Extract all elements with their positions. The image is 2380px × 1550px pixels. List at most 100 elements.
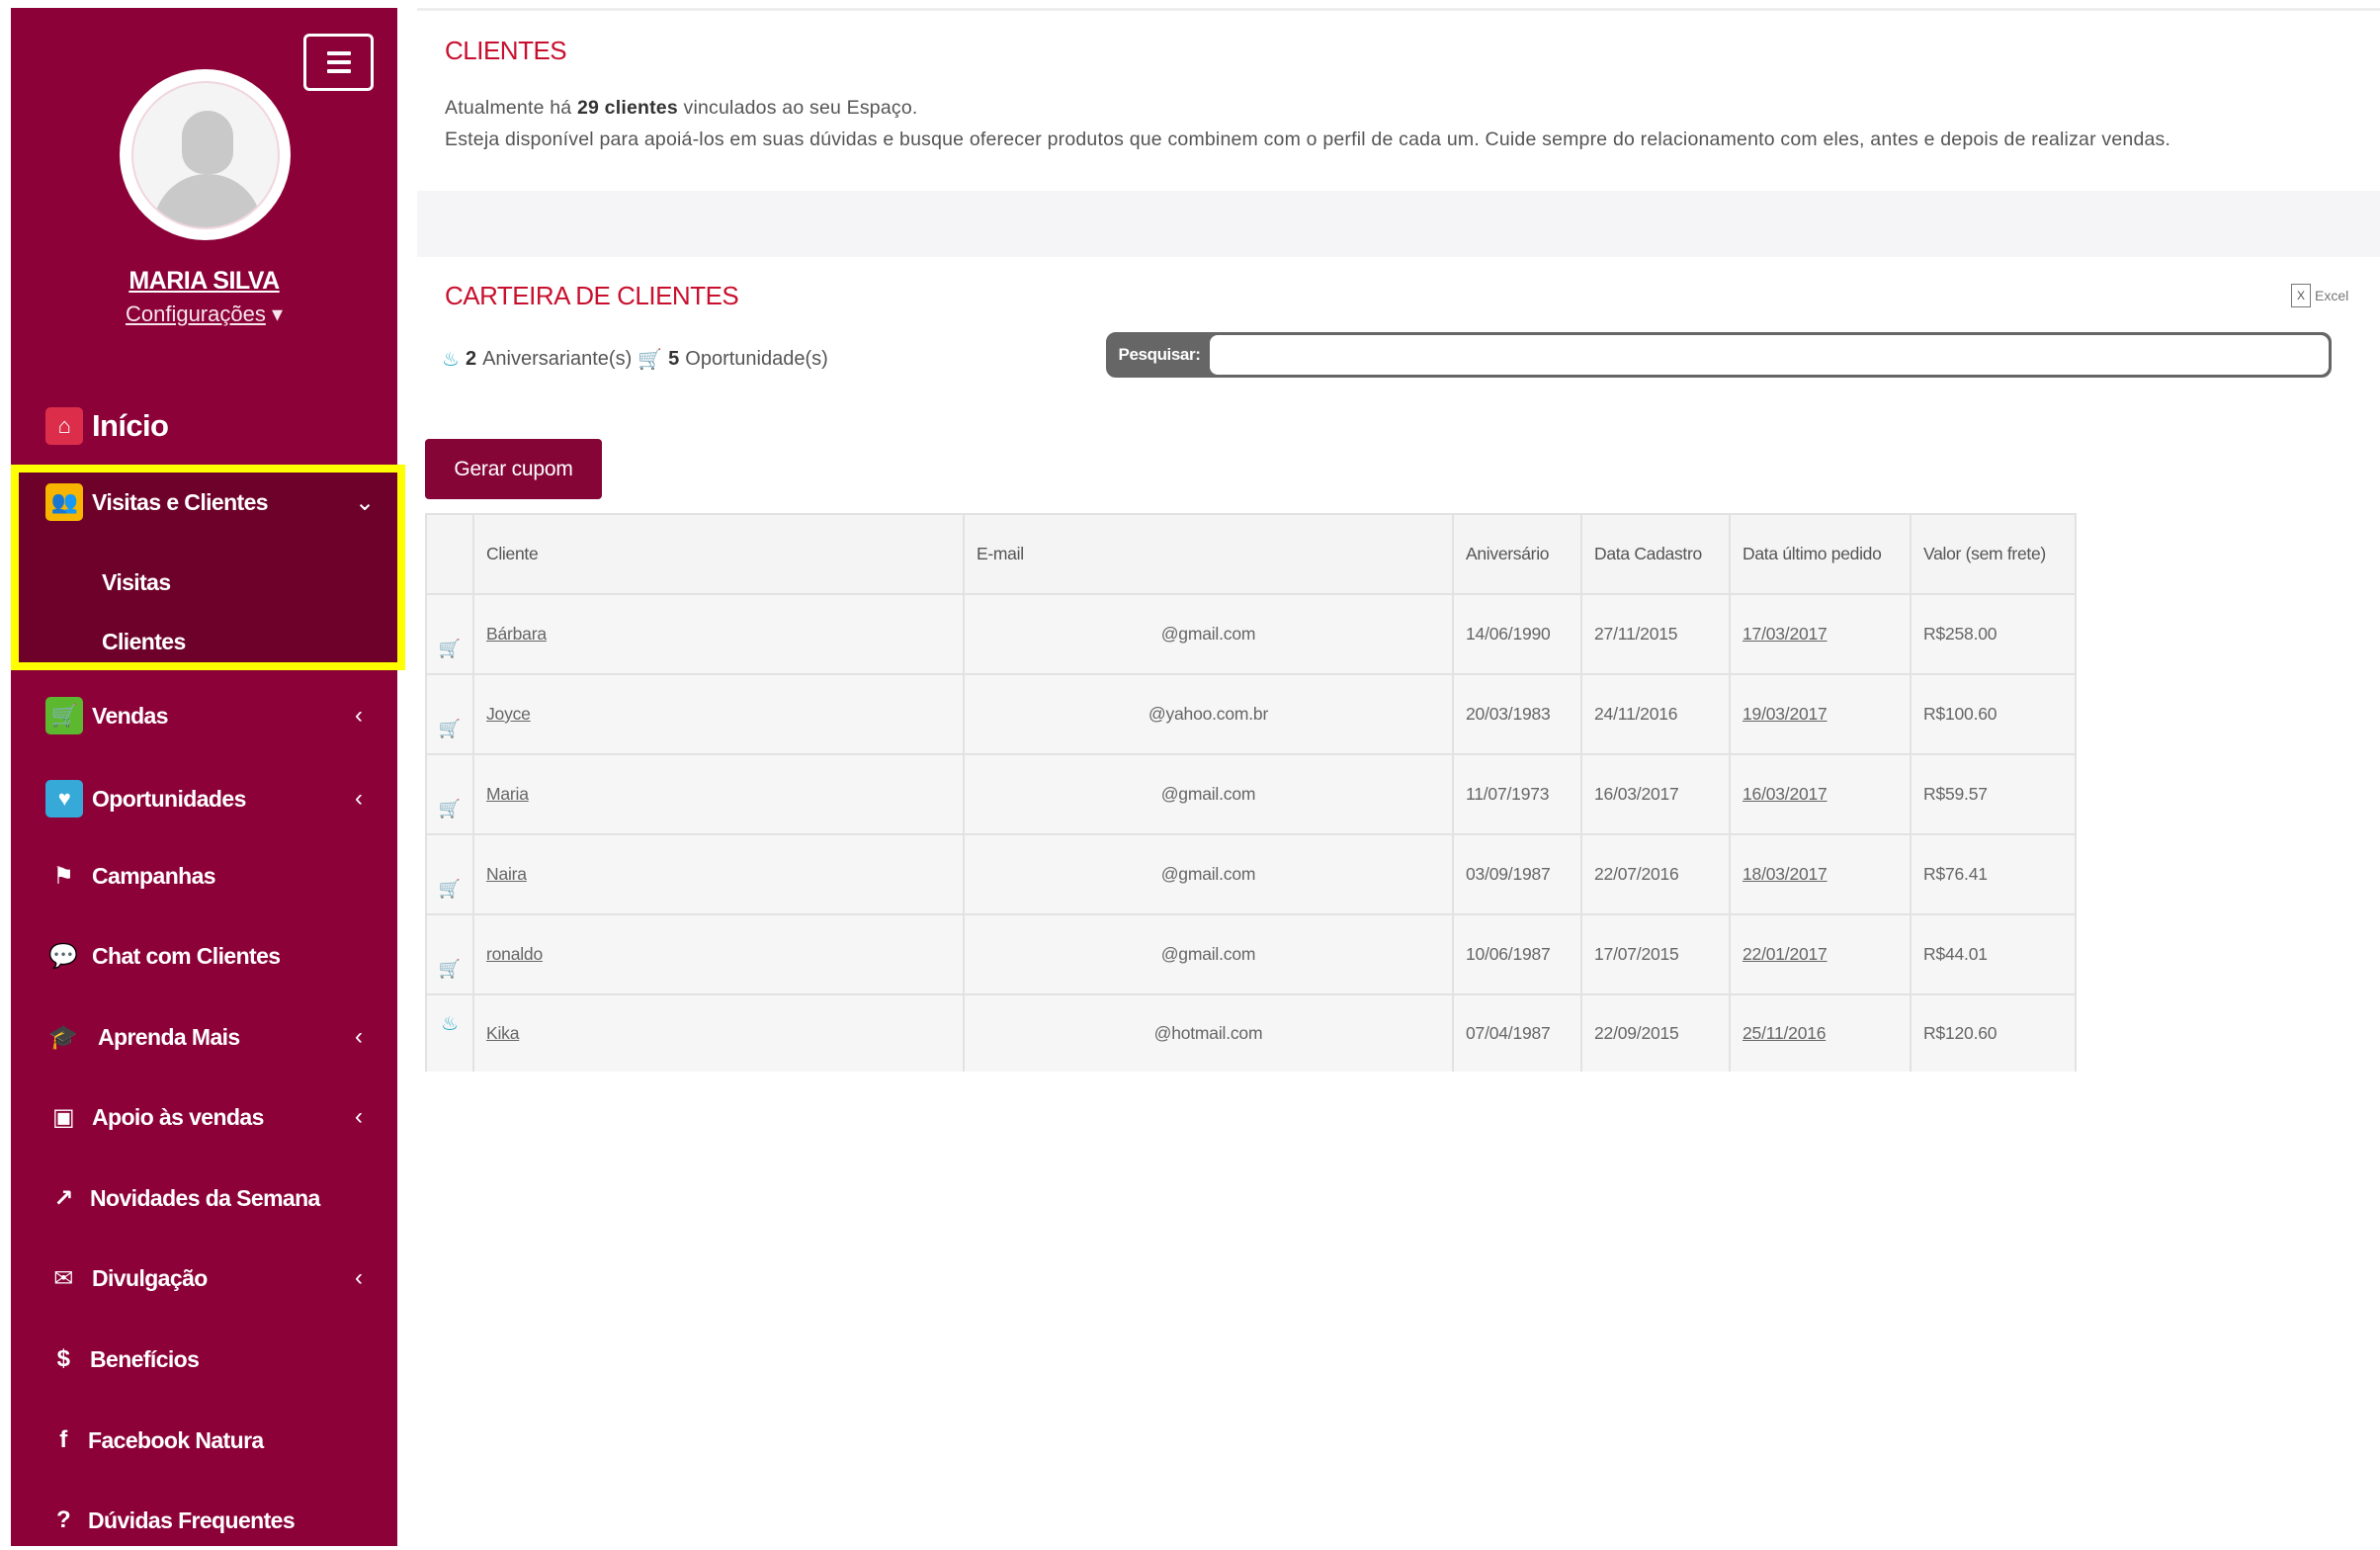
section-separator xyxy=(417,191,2380,257)
last-order-link[interactable]: 16/03/2017 xyxy=(1742,784,1828,804)
birthdays-label: Aniversariante(s) xyxy=(482,348,633,370)
cart-icon[interactable]: 🛒 xyxy=(439,719,461,738)
sidebar-item-novidades-da-semana[interactable]: ↗ Novidades da Semana xyxy=(11,1168,397,1228)
column-header-valor[interactable]: Valor (sem frete) xyxy=(1910,513,2077,595)
clientes-count-text: Atualmente há 29 clientes vinculados ao … xyxy=(445,97,918,119)
graduation-cap-icon: 🎓 xyxy=(48,1023,78,1051)
sidebar-item-oportunidades[interactable]: ♥ Oportunidades ‹ xyxy=(11,769,397,828)
table-row: 🛒 ronaldo @gmail.com 10/06/1987 17/07/20… xyxy=(425,913,2077,995)
clientes-description: Esteja disponível para apoiá-los em suas… xyxy=(445,129,2171,150)
table-header-row: Cliente E-mail Aniversário Data Cadastro… xyxy=(425,513,2077,595)
gerar-cupom-button[interactable]: Gerar cupom xyxy=(425,439,602,499)
client-name-link[interactable]: ronaldo xyxy=(486,944,543,964)
sidebar-item-label: Campanhas xyxy=(92,862,216,889)
client-email: @hotmail.com xyxy=(963,993,1454,1072)
client-birthday: 14/06/1990 xyxy=(1452,593,1582,675)
sidebar-item-apoio-as-vendas[interactable]: ▣ Apoio às vendas ‹ xyxy=(11,1087,397,1147)
client-name-link[interactable]: Joyce xyxy=(486,704,531,724)
order-value: R$59.57 xyxy=(1910,753,2077,835)
cart-icon: 🛒 xyxy=(45,697,83,734)
configuracoes-dropdown[interactable]: Configurações ▾ xyxy=(11,301,397,327)
user-name-link[interactable]: MARIA SILVA xyxy=(11,267,397,296)
search-input[interactable] xyxy=(1210,335,2329,375)
column-header-aniversario[interactable]: Aniversário xyxy=(1452,513,1582,595)
client-name-link[interactable]: Kika xyxy=(486,1023,519,1043)
flag-icon: ⚑ xyxy=(52,862,75,890)
cart-icon[interactable]: 🛒 xyxy=(439,959,461,979)
client-name-link[interactable]: Maria xyxy=(486,784,529,804)
sidebar-item-facebook-natura[interactable]: f Facebook Natura xyxy=(11,1411,397,1470)
sidebar-item-label: Chat com Clientes xyxy=(92,942,281,969)
column-header-email[interactable]: E-mail xyxy=(963,513,1454,595)
sidebar-item-campanhas[interactable]: ⚑ Campanhas xyxy=(11,846,397,905)
dollar-icon: $ xyxy=(56,1345,70,1372)
client-email: @gmail.com xyxy=(963,833,1454,915)
users-icon: 👥 xyxy=(45,483,83,521)
caret-down-icon: ▾ xyxy=(271,301,284,326)
chat-icon: 💬 xyxy=(48,942,78,970)
avatar xyxy=(120,69,291,240)
question-icon: ? xyxy=(55,1507,71,1533)
client-name-link[interactable]: Bárbara xyxy=(486,624,547,644)
birthday-cake-icon: ♨ xyxy=(442,349,460,371)
client-signup-date: 27/11/2015 xyxy=(1580,593,1731,675)
cart-icon[interactable]: 🛒 xyxy=(439,639,461,658)
last-order-link[interactable]: 22/01/2017 xyxy=(1742,944,1828,964)
chevron-left-icon: ‹ xyxy=(355,1103,363,1130)
cart-icon[interactable]: 🛒 xyxy=(439,799,461,818)
sidebar-item-vendas[interactable]: 🛒 Vendas ‹ xyxy=(11,686,397,745)
last-order-link[interactable]: 17/03/2017 xyxy=(1742,624,1828,644)
envelope-icon: ✉ xyxy=(53,1264,73,1292)
search-label: Pesquisar: xyxy=(1118,345,1201,364)
opportunities-label: Oportunidade(s) xyxy=(685,348,828,370)
column-header-data-cadastro[interactable]: Data Cadastro xyxy=(1580,513,1731,595)
configuracoes-label: Configurações xyxy=(125,301,266,326)
sidebar-item-label: Aprenda Mais xyxy=(98,1023,240,1050)
sidebar-subitem-visitas[interactable]: Visitas xyxy=(102,569,171,596)
client-birthday: 20/03/1983 xyxy=(1452,673,1582,755)
sidebar-item-duvidas-frequentes[interactable]: ? Dúvidas Frequentes xyxy=(11,1491,397,1550)
sidebar-item-label: Dúvidas Frequentes xyxy=(88,1507,296,1533)
order-value: R$258.00 xyxy=(1910,593,2077,675)
top-divider xyxy=(417,8,2380,11)
client-signup-date: 22/09/2015 xyxy=(1580,993,1731,1072)
sidebar-item-inicio[interactable]: ⌂ Início xyxy=(11,396,397,456)
search-box: Pesquisar: xyxy=(1106,332,2332,378)
excel-export-button[interactable]: X Excel xyxy=(2291,284,2348,307)
sidebar-item-label: Vendas xyxy=(92,702,169,729)
sidebar-item-label: Apoio às vendas xyxy=(92,1103,264,1130)
share-icon: ↗ xyxy=(53,1184,73,1212)
chevron-left-icon: ‹ xyxy=(355,702,363,729)
sidebar-item-aprenda-mais[interactable]: 🎓 Aprenda Mais ‹ xyxy=(11,1007,397,1067)
cart-icon[interactable]: 🛒 xyxy=(439,879,461,899)
home-icon: ⌂ xyxy=(45,407,83,445)
order-value: R$100.60 xyxy=(1910,673,2077,755)
sidebar-item-label: Benefícios xyxy=(90,1345,200,1372)
last-order-link[interactable]: 25/11/2016 xyxy=(1742,1023,1826,1043)
sidebar-item-label: Início xyxy=(92,408,169,443)
table-row: 🛒 Joyce @yahoo.com.br 20/03/1983 24/11/2… xyxy=(425,673,2077,755)
image-icon: ▣ xyxy=(51,1103,75,1131)
last-order-link[interactable]: 18/03/2017 xyxy=(1742,864,1828,884)
client-birthday: 03/09/1987 xyxy=(1452,833,1582,915)
order-value: R$120.60 xyxy=(1910,993,2077,1072)
cart-icon: 🛒 xyxy=(638,349,663,371)
column-header-cliente[interactable]: Cliente xyxy=(472,513,965,595)
sidebar-item-divulgacao[interactable]: ✉ Divulgação ‹ xyxy=(11,1249,397,1308)
sidebar-item-visitas-e-clientes[interactable]: 👥 Visitas e Clientes ⌄ xyxy=(11,473,397,532)
sidebar-item-chat-com-clientes[interactable]: 💬 Chat com Clientes xyxy=(11,926,397,986)
menu-toggle-button[interactable] xyxy=(303,34,374,91)
client-name-link[interactable]: Naira xyxy=(486,864,527,884)
client-signup-date: 22/07/2016 xyxy=(1580,833,1731,915)
column-header-data-ultimo-pedido[interactable]: Data último pedido xyxy=(1729,513,1912,595)
order-value: R$76.41 xyxy=(1910,833,2077,915)
sidebar-subitem-clientes[interactable]: Clientes xyxy=(102,629,186,655)
client-birthday: 11/07/1973 xyxy=(1452,753,1582,835)
sidebar-item-beneficios[interactable]: $ Benefícios xyxy=(11,1330,397,1389)
table-row: 🛒 Bárbara @gmail.com 14/06/1990 27/11/20… xyxy=(425,593,2077,675)
sidebar-item-label: Visitas e Clientes xyxy=(92,488,269,515)
excel-label: Excel xyxy=(2315,288,2349,303)
icon-column-header xyxy=(425,513,474,595)
birthday-cake-icon[interactable]: ♨ xyxy=(441,1013,459,1035)
last-order-link[interactable]: 19/03/2017 xyxy=(1742,704,1828,724)
